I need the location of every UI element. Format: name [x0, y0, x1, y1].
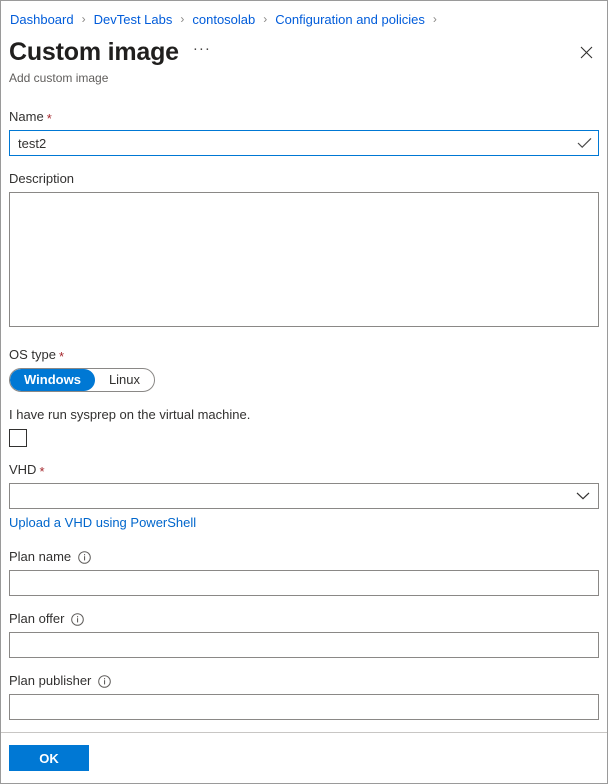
- field-os-type: OS type * Windows Linux: [9, 346, 599, 392]
- page-subtitle: Add custom image: [9, 71, 109, 85]
- name-input[interactable]: [9, 130, 599, 156]
- plan-offer-label: Plan offer: [9, 611, 65, 626]
- vhd-upload-link-row: Upload a VHD using PowerShell: [9, 514, 599, 532]
- plan-offer-label-row: Plan offer: [9, 610, 599, 628]
- custom-image-blade: Dashboard › DevTest Labs › contosolab › …: [0, 0, 608, 784]
- ok-button[interactable]: OK: [9, 745, 89, 771]
- vhd-select[interactable]: [9, 483, 599, 509]
- field-plan-publisher: Plan publisher: [9, 672, 599, 720]
- blade-header: Custom image ··· Add custom image: [1, 31, 607, 86]
- custom-image-form: Name * Description OS type *: [1, 86, 607, 732]
- breadcrumb-item-devtest-labs[interactable]: DevTest Labs: [93, 12, 174, 27]
- field-description: Description: [9, 170, 599, 332]
- os-option-windows[interactable]: Windows: [10, 369, 95, 391]
- plan-offer-input[interactable]: [9, 632, 599, 658]
- os-type-toggle[interactable]: Windows Linux: [9, 368, 156, 392]
- field-name: Name *: [9, 108, 599, 156]
- blade-footer: OK: [1, 732, 607, 783]
- vhd-label: VHD: [9, 462, 37, 477]
- plan-publisher-label: Plan publisher: [9, 673, 92, 688]
- required-asterisk: *: [58, 348, 65, 364]
- upload-vhd-powershell-link[interactable]: Upload a VHD using PowerShell: [9, 515, 196, 530]
- field-plan-offer: Plan offer: [9, 610, 599, 658]
- breadcrumb-item-contosolab[interactable]: contosolab: [191, 12, 256, 27]
- os-type-label-row: OS type *: [9, 346, 599, 364]
- name-label: Name: [9, 109, 44, 124]
- info-icon[interactable]: [98, 674, 112, 688]
- breadcrumb-separator-icon: ›: [263, 12, 268, 26]
- description-label: Description: [9, 171, 75, 186]
- breadcrumb-item-dashboard[interactable]: Dashboard: [9, 12, 75, 27]
- page-title: Custom image: [9, 38, 179, 66]
- breadcrumb-item-configuration-and-policies[interactable]: Configuration and policies: [274, 12, 426, 27]
- plan-name-input[interactable]: [9, 570, 599, 596]
- required-asterisk: *: [46, 110, 52, 126]
- sysprep-checkbox[interactable]: [9, 429, 27, 447]
- breadcrumb-separator-icon: ›: [81, 12, 86, 26]
- plan-name-label-row: Plan name: [9, 548, 599, 566]
- description-textarea[interactable]: [9, 192, 599, 327]
- breadcrumb-separator-icon: ›: [432, 12, 437, 26]
- close-button[interactable]: [571, 37, 601, 67]
- sysprep-label: I have run sysprep on the virtual machin…: [9, 407, 251, 422]
- plan-name-label: Plan name: [9, 549, 72, 564]
- info-icon[interactable]: [71, 612, 85, 626]
- name-input-wrap: [9, 130, 599, 156]
- required-asterisk: *: [39, 463, 45, 479]
- close-icon: [580, 46, 593, 59]
- breadcrumb: Dashboard › DevTest Labs › contosolab › …: [1, 1, 607, 31]
- info-icon[interactable]: [78, 550, 91, 564]
- breadcrumb-separator-icon: ›: [180, 12, 185, 26]
- more-options-icon[interactable]: ···: [193, 34, 211, 64]
- os-type-label: OS type: [9, 347, 56, 362]
- description-label-row: Description: [9, 170, 599, 188]
- plan-publisher-label-row: Plan publisher: [9, 672, 599, 690]
- title-block: Custom image ··· Add custom image: [9, 37, 599, 86]
- vhd-select-wrap: [9, 483, 599, 509]
- os-option-linux[interactable]: Linux: [95, 369, 154, 391]
- name-label-row: Name *: [9, 108, 599, 126]
- field-vhd: VHD *: [9, 461, 599, 509]
- vhd-label-row: VHD *: [9, 461, 599, 479]
- plan-publisher-input[interactable]: [9, 694, 599, 720]
- field-plan-name: Plan name: [9, 548, 599, 596]
- field-sysprep: I have run sysprep on the virtual machin…: [9, 406, 599, 447]
